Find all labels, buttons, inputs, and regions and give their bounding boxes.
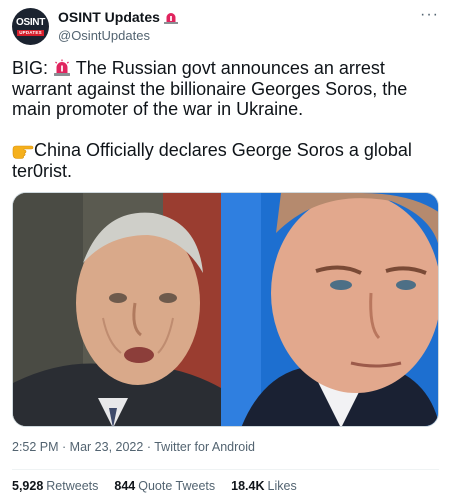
author-handle[interactable]: @OsintUpdates — [58, 28, 150, 43]
quote-tweets-count: 844 — [114, 479, 136, 493]
quote-tweets-label: Quote Tweets — [138, 479, 216, 493]
author-name-row[interactable]: OSINT Updates — [58, 9, 178, 25]
tweet-media[interactable] — [12, 192, 439, 427]
retweets-count: 5,928 — [12, 479, 44, 493]
more-options-icon[interactable]: ··· — [420, 6, 439, 24]
avatar-logo-subtext: UPDATES — [17, 29, 44, 36]
likes-count: 18.4K — [231, 479, 265, 493]
tweet-time[interactable]: 2:52 PM — [12, 440, 59, 454]
author-name[interactable]: OSINT Updates — [58, 9, 160, 25]
divider — [12, 469, 439, 470]
tweet-date[interactable]: Mar 23, 2022 — [70, 440, 144, 454]
pointing-hand-icon — [12, 145, 34, 159]
photo-vladimir-putin[interactable] — [221, 193, 438, 426]
tweet-text-paragraph-1: BIG: The Russian govt announces an arres… — [12, 58, 442, 120]
retweets-stat[interactable]: 5,928 Retweets — [12, 479, 98, 493]
police-siren-icon — [163, 12, 178, 24]
portrait-illustration-left — [13, 193, 221, 426]
tweet-stats: 5,928 Retweets 844 Quote Tweets 18.4K Likes — [12, 479, 297, 493]
portrait-illustration-right — [221, 193, 438, 426]
tweet-text-prefix: BIG: — [12, 58, 49, 78]
avatar[interactable]: OSINT UPDATES — [12, 8, 49, 45]
avatar-logo-text: OSINT — [15, 16, 46, 28]
tweet-source[interactable]: Twitter for Android — [154, 440, 255, 454]
likes-label: Likes — [267, 479, 297, 493]
tweet-card[interactable]: OSINT UPDATES OSINT Updates @OsintUpdate… — [0, 0, 451, 500]
photo-george-soros[interactable] — [13, 193, 221, 426]
meta-separator: · — [143, 440, 155, 454]
retweets-label: Retweets — [46, 479, 99, 493]
meta-separator: · — [58, 440, 70, 454]
likes-stat[interactable]: 18.4K Likes — [231, 479, 297, 493]
quote-tweets-stat[interactable]: 844 Quote Tweets — [114, 479, 215, 493]
police-siren-icon — [54, 59, 71, 76]
tweet-text-paragraph-2: China Officially declares George Soros a… — [12, 140, 442, 181]
tweet-text-body: The Russian govt announces an arrest war… — [12, 58, 408, 119]
tweet-meta: 2:52 PM · Mar 23, 2022 · Twitter for And… — [12, 440, 255, 454]
tweet-text-body-2: China Officially declares George Soros a… — [12, 140, 412, 181]
